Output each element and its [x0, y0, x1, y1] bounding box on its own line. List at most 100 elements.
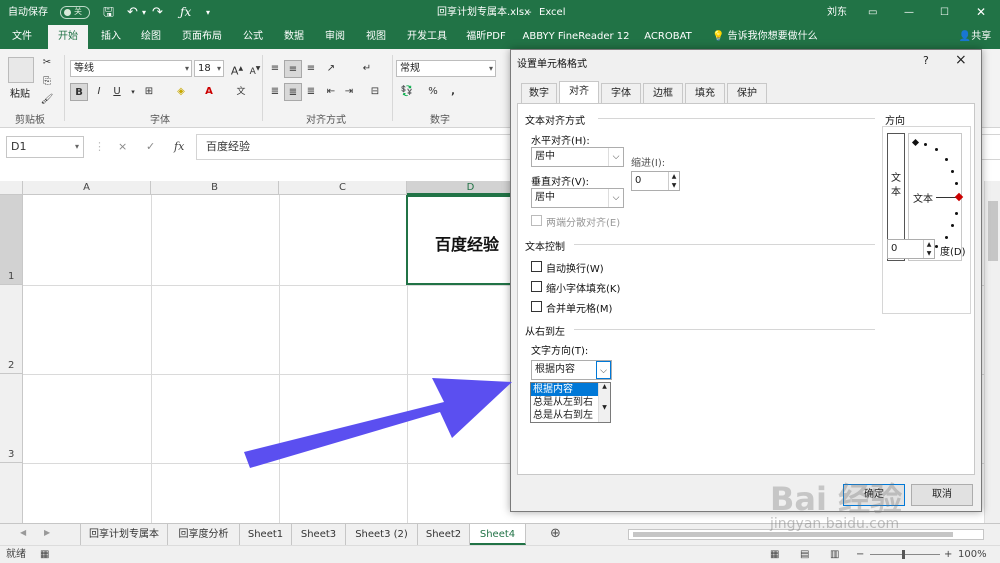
tab-home[interactable]: 开始: [48, 25, 88, 49]
dialog-close-button[interactable]: ×: [955, 52, 967, 68]
shrink-to-fit-checkbox[interactable]: [531, 281, 542, 292]
sheet-tab-3[interactable]: Sheet3: [292, 524, 346, 545]
cut-icon[interactable]: ✂: [38, 54, 56, 72]
align-left-icon[interactable]: ≣: [266, 83, 284, 101]
tab-foxit-pdf[interactable]: 福昕PDF: [462, 25, 510, 49]
function-icon[interactable]: ƒx: [180, 0, 191, 25]
dialog-tab-border[interactable]: 边框: [643, 83, 683, 103]
font-size-select[interactable]: 18 ▾: [194, 60, 224, 77]
dialog-tab-font[interactable]: 字体: [601, 83, 641, 103]
sheet-tab-2[interactable]: Sheet1: [240, 524, 292, 545]
sheet-tab-0[interactable]: 回享计划专属本: [80, 524, 168, 545]
dialog-tab-number[interactable]: 数字: [521, 83, 557, 103]
dialog-help-button[interactable]: ?: [923, 54, 929, 67]
select-all-corner[interactable]: [0, 181, 23, 195]
orientation-icon[interactable]: ↗: [322, 60, 340, 78]
tab-formulas[interactable]: 公式: [238, 25, 268, 49]
h-align-select[interactable]: 居中 ⌵: [531, 147, 624, 167]
merge-center-icon[interactable]: ⊟: [366, 83, 384, 101]
zoom-level[interactable]: 100%: [958, 546, 987, 563]
undo-icon[interactable]: ↶: [127, 0, 138, 25]
tab-view[interactable]: 视图: [361, 25, 391, 49]
zoom-slider-thumb[interactable]: [902, 550, 905, 559]
zoom-in-icon[interactable]: +: [944, 546, 952, 563]
font-name-select[interactable]: 等线 ▾: [70, 60, 192, 77]
insert-function-icon[interactable]: fx: [174, 136, 184, 158]
close-window-icon[interactable]: ✕: [976, 0, 986, 25]
text-direction-options[interactable]: 根据内容 总是从左到右 总是从右到左 ▲ ▼: [530, 382, 611, 423]
dialog-tab-fill[interactable]: 填充: [685, 83, 725, 103]
tab-file[interactable]: 文件: [4, 25, 40, 49]
merge-cells-checkbox[interactable]: [531, 301, 542, 312]
tab-draw[interactable]: 绘图: [136, 25, 166, 49]
vertical-scrollbar[interactable]: [984, 181, 1000, 523]
accounting-format-icon[interactable]: 💱: [398, 83, 416, 101]
phonetic-icon[interactable]: 文: [232, 83, 250, 101]
user-name[interactable]: 刘东: [827, 0, 847, 25]
bold-button[interactable]: B: [70, 83, 88, 101]
tab-developer[interactable]: 开发工具: [402, 25, 452, 49]
font-color-icon[interactable]: A: [200, 83, 218, 101]
tab-data[interactable]: 数据: [279, 25, 309, 49]
undo-dropdown-icon[interactable]: ▾: [142, 0, 146, 25]
maximize-icon[interactable]: ☐: [940, 0, 949, 25]
italic-button[interactable]: I: [90, 83, 108, 101]
share-button[interactable]: 👤共享: [955, 25, 995, 49]
page-layout-view-icon[interactable]: ▤: [800, 546, 809, 563]
tab-insert[interactable]: 插入: [94, 25, 128, 49]
copy-icon[interactable]: ⎘: [38, 73, 56, 91]
increase-font-icon[interactable]: A▲: [228, 60, 246, 78]
align-right-icon[interactable]: ≣: [302, 83, 320, 101]
comma-style-button[interactable]: ,: [444, 83, 462, 101]
column-header-b[interactable]: B: [151, 181, 279, 195]
autosave-toggle[interactable]: 关: [60, 6, 90, 19]
number-format-select[interactable]: 常规 ▾: [396, 60, 496, 77]
align-center-icon[interactable]: ≣: [284, 83, 302, 101]
zoom-slider[interactable]: [870, 554, 940, 555]
format-painter-icon[interactable]: 🖌: [38, 91, 56, 109]
redo-icon[interactable]: ↷: [152, 0, 163, 25]
page-break-view-icon[interactable]: ▥: [830, 546, 839, 563]
options-scrollbar[interactable]: ▲ ▼: [598, 383, 610, 422]
text-direction-select[interactable]: 根据内容 ⌵: [531, 360, 612, 380]
customize-qat-icon[interactable]: ▾: [206, 0, 210, 25]
sheet-tab-1[interactable]: 回享度分析: [168, 524, 240, 545]
row-header-4[interactable]: [0, 463, 23, 523]
tab-review[interactable]: 审阅: [320, 25, 350, 49]
row-header-1[interactable]: 1: [0, 195, 23, 285]
sheet-tab-6[interactable]: Sheet4: [470, 524, 526, 545]
dialog-tab-alignment[interactable]: 对齐: [559, 81, 599, 104]
paste-icon[interactable]: [8, 57, 34, 83]
sheet-tab-5[interactable]: Sheet2: [418, 524, 470, 545]
paste-button[interactable]: 粘贴: [10, 85, 30, 100]
row-header-3[interactable]: 3: [0, 374, 23, 463]
ribbon-display-icon[interactable]: ▭: [868, 0, 877, 25]
cancel-formula-icon[interactable]: ×: [118, 136, 127, 158]
column-header-a[interactable]: A: [23, 181, 151, 195]
minimize-icon[interactable]: —: [904, 0, 914, 25]
increase-indent-icon[interactable]: ⇥: [340, 83, 358, 101]
align-top-icon[interactable]: ≡: [266, 60, 284, 78]
indent-spinner[interactable]: 0 ▲ ▼: [631, 171, 680, 191]
fill-color-icon[interactable]: ◈: [172, 83, 190, 101]
tab-acrobat[interactable]: ACROBAT: [642, 25, 694, 49]
scroll-tabs-left-icon[interactable]: ◀: [20, 528, 26, 537]
align-middle-icon[interactable]: ≡: [284, 60, 302, 78]
normal-view-icon[interactable]: ▦: [770, 546, 779, 563]
align-bottom-icon[interactable]: ≡: [302, 60, 320, 78]
enter-formula-icon[interactable]: ✓: [146, 136, 155, 158]
tab-abbyy[interactable]: ABBYY FineReader 12: [522, 25, 630, 49]
add-sheet-icon[interactable]: ⊕: [550, 526, 561, 541]
dialog-tab-protection[interactable]: 保护: [727, 83, 767, 103]
percent-style-button[interactable]: %: [424, 83, 442, 101]
save-icon[interactable]: 🖫: [103, 0, 114, 25]
tell-me-box[interactable]: 💡 告诉我你想要做什么: [712, 25, 822, 49]
row-header-2[interactable]: 2: [0, 285, 23, 374]
column-header-c[interactable]: C: [279, 181, 407, 195]
wrap-text-icon[interactable]: ↵: [358, 60, 376, 78]
name-box[interactable]: D1 ▾: [6, 136, 84, 158]
sheet-tab-4[interactable]: Sheet3 (2): [346, 524, 418, 545]
wrap-text-checkbox[interactable]: [531, 261, 542, 272]
degrees-spinner[interactable]: 0 ▲ ▼: [887, 239, 935, 259]
tab-page-layout[interactable]: 页面布局: [176, 25, 228, 49]
